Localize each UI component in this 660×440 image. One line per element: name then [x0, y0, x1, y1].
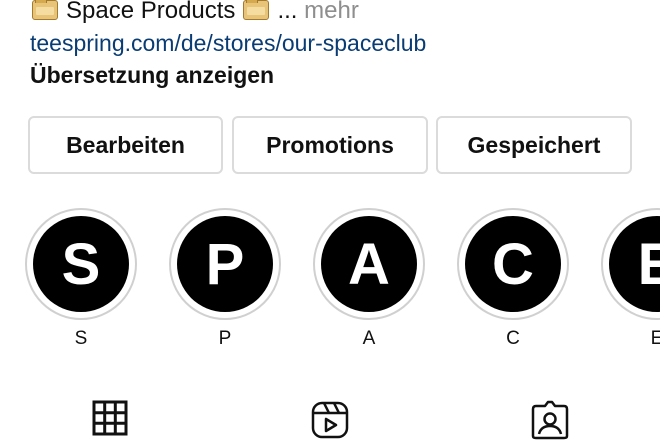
show-translation-button[interactable]: Übersetzung anzeigen	[30, 62, 274, 89]
highlight-ring: A	[313, 208, 425, 320]
highlight-cover: A	[321, 216, 417, 312]
highlight-ring: S	[25, 208, 137, 320]
saved-button[interactable]: Gespeichert	[436, 116, 632, 174]
more-link[interactable]: mehr	[304, 0, 359, 24]
bio-first-line: Space Products... mehr	[32, 0, 359, 28]
highlight-label: S	[74, 328, 88, 349]
highlight-item-s[interactable]: S S	[25, 208, 137, 350]
tab-tagged[interactable]	[530, 400, 570, 440]
tab-posts-grid[interactable]	[92, 400, 132, 440]
highlight-ring: P	[169, 208, 281, 320]
highlight-item-a[interactable]: A A	[313, 208, 425, 350]
highlight-ring: E	[601, 208, 660, 320]
tab-reels[interactable]	[310, 400, 350, 440]
folder-emoji-icon	[32, 0, 58, 20]
highlight-cover: S	[33, 216, 129, 312]
highlight-label: P	[218, 328, 232, 349]
highlight-item-p[interactable]: P P	[169, 208, 281, 350]
bio-title: Space Products	[66, 0, 236, 24]
reels-icon	[311, 401, 349, 439]
highlight-cover: E	[609, 216, 660, 312]
bio-website-link[interactable]: teespring.com/de/stores/our-spaceclub	[30, 30, 426, 57]
highlight-cover: P	[177, 216, 273, 312]
highlight-label: E	[650, 328, 660, 349]
promotions-button[interactable]: Promotions	[232, 116, 428, 174]
highlight-label: A	[362, 328, 376, 349]
highlight-cover: C	[465, 216, 561, 312]
grid-icon	[92, 400, 128, 436]
edit-profile-button[interactable]: Bearbeiten	[28, 116, 223, 174]
highlight-item-e[interactable]: E E	[601, 208, 660, 350]
highlight-label: C	[506, 328, 520, 349]
highlight-item-c[interactable]: C C	[457, 208, 569, 350]
tagged-icon	[531, 400, 569, 440]
bio-ellipsis: ...	[277, 0, 298, 24]
folder-emoji-icon	[243, 0, 270, 20]
highlight-ring: C	[457, 208, 569, 320]
